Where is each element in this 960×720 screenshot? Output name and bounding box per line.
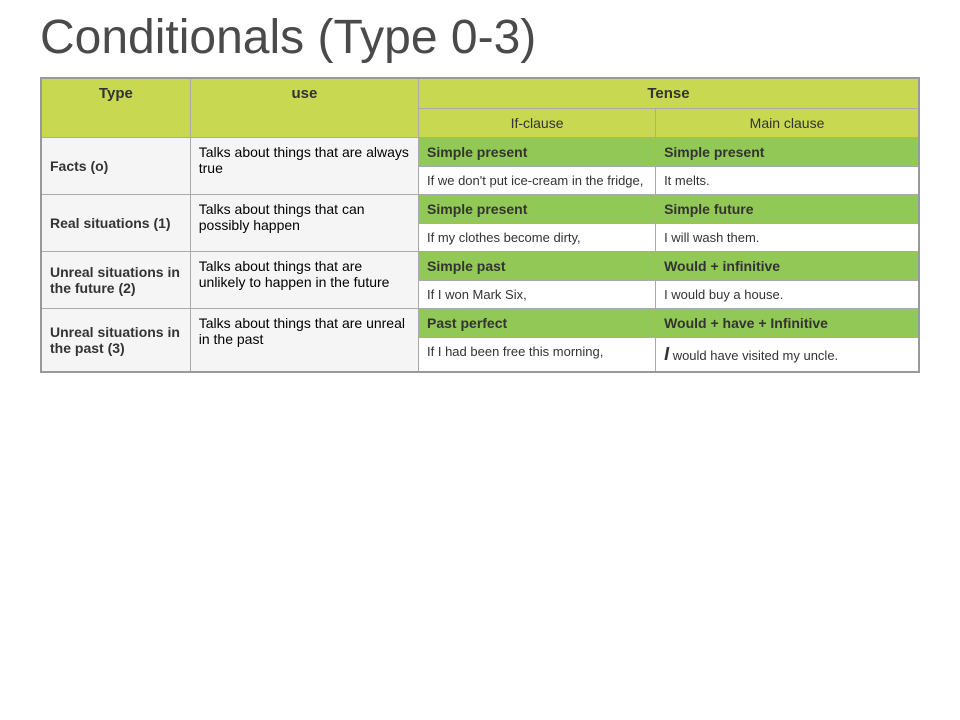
main-example-3: I would have visited my uncle. xyxy=(656,338,919,373)
section-0-header-row: Facts (o) Talks about things that are al… xyxy=(41,138,919,167)
if-clause-header-1: Simple present xyxy=(419,195,656,224)
if-clause-header: If-clause xyxy=(419,109,656,138)
use-cell-3: Talks about things that are unreal in th… xyxy=(190,309,418,373)
main-clause-header: Main clause xyxy=(656,109,919,138)
section-2-header-row: Unreal situations in the future (2) Talk… xyxy=(41,252,919,281)
col-use-header: use xyxy=(190,78,418,138)
type-cell-3: Unreal situations in the past (3) xyxy=(41,309,190,373)
if-clause-header-2: Simple past xyxy=(419,252,656,281)
header-row-1: Type use Tense xyxy=(41,78,919,109)
main-clause-header-0: Simple present xyxy=(656,138,919,167)
type-cell-0: Facts (o) xyxy=(41,138,190,195)
main-example-3-text: would have visited my uncle. xyxy=(669,348,838,363)
use-cell-2: Talks about things that are unlikely to … xyxy=(190,252,418,309)
if-example-0: If we don't put ice-cream in the fridge, xyxy=(419,167,656,195)
main-clause-header-2: Would + infinitive xyxy=(656,252,919,281)
if-clause-header-3: Past perfect xyxy=(419,309,656,338)
if-clause-header-0: Simple present xyxy=(419,138,656,167)
page: Conditionals (Type 0-3) Type use Tense I… xyxy=(0,0,960,383)
type-cell-1: Real situations (1) xyxy=(41,195,190,252)
if-example-3: If I had been free this morning, xyxy=(419,338,656,373)
use-cell-0: Talks about things that are always true xyxy=(190,138,418,195)
main-clause-header-1: Simple future xyxy=(656,195,919,224)
tense-header: Tense xyxy=(419,78,919,109)
col-type-header: Type xyxy=(41,78,190,138)
type-cell-2: Unreal situations in the future (2) xyxy=(41,252,190,309)
main-example-0: It melts. xyxy=(656,167,919,195)
table-container: Type use Tense If-clause Main clause Fac… xyxy=(40,77,920,373)
use-cell-1: Talks about things that can possibly hap… xyxy=(190,195,418,252)
main-example-1: I will wash them. xyxy=(656,224,919,252)
page-title: Conditionals (Type 0-3) xyxy=(30,10,930,65)
main-example-2: I would buy a house. xyxy=(656,281,919,309)
if-example-2: If I won Mark Six, xyxy=(419,281,656,309)
section-3-header-row: Unreal situations in the past (3) Talks … xyxy=(41,309,919,338)
conditionals-table: Type use Tense If-clause Main clause Fac… xyxy=(40,77,920,373)
section-1-header-row: Real situations (1) Talks about things t… xyxy=(41,195,919,224)
main-clause-header-3: Would + have + Infinitive xyxy=(656,309,919,338)
if-example-1: If my clothes become dirty, xyxy=(419,224,656,252)
